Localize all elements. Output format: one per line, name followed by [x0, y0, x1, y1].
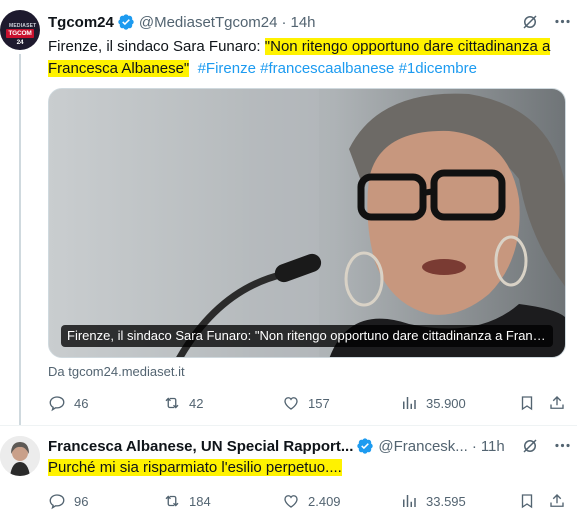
- views-button[interactable]: 35.900: [400, 394, 466, 412]
- reply-count: 46: [74, 395, 89, 411]
- photo-woman-speaking: [49, 89, 565, 357]
- reply-icon: [49, 396, 65, 412]
- verified-badge-icon: [118, 14, 134, 30]
- share-button[interactable]: [548, 492, 566, 510]
- tweet-actions: 46 42 157 35.900: [48, 394, 570, 414]
- author-handle[interactable]: @Francesk...: [378, 438, 467, 455]
- author-name[interactable]: Francesca Albanese, UN Special Rapport..…: [48, 438, 353, 455]
- media-caption: Firenze, il sindaco Sara Funaro: "Non ri…: [61, 325, 553, 347]
- tweet-francesca-albanese[interactable]: Francesca Albanese, UN Special Rapport..…: [0, 425, 577, 512]
- timestamp[interactable]: 14h: [290, 14, 315, 31]
- tweet-text: Purché mi sia risparmiato l'esilio perpe…: [48, 457, 568, 479]
- repost-count: 42: [189, 395, 204, 411]
- grok-icon[interactable]: [521, 437, 539, 455]
- separator-dot: ·: [281, 13, 287, 31]
- share-icon: [550, 494, 564, 507]
- more-icon[interactable]: [553, 12, 572, 31]
- repost-button[interactable]: 184: [163, 492, 211, 510]
- repost-count: 184: [189, 493, 211, 509]
- views-button[interactable]: 33.595: [400, 492, 466, 510]
- bookmark-icon: [521, 494, 533, 509]
- like-icon: [284, 397, 298, 410]
- share-button[interactable]: [548, 394, 566, 412]
- views-icon: [403, 397, 416, 409]
- media-card[interactable]: Firenze, il sindaco Sara Funaro: "Non ri…: [48, 88, 566, 358]
- hashtag-link[interactable]: #francescaalbanese: [260, 60, 394, 77]
- repost-button[interactable]: 42: [163, 394, 203, 412]
- avatar[interactable]: [0, 436, 40, 476]
- author-handle[interactable]: @MediasetTgcom24: [139, 14, 278, 31]
- verified-badge-icon: [357, 438, 374, 454]
- tweet-actions: 96 184 2.409 33.595: [48, 492, 570, 512]
- tweet-header: Francesca Albanese, UN Special Rapport..…: [48, 436, 505, 456]
- views-count: 33.595: [426, 493, 466, 509]
- tweet-top-actions: [521, 436, 572, 455]
- bookmark-icon: [521, 396, 533, 411]
- repost-icon: [165, 397, 179, 409]
- tweet-text-highlight: "Non ritengo opportuno dare cittadinanza…: [264, 38, 551, 55]
- avatar-logo-text-bottom: TGCOM 24: [6, 29, 34, 46]
- tweet-header: Tgcom24 @MediasetTgcom24 · 14h: [48, 12, 316, 32]
- reply-count: 96: [74, 493, 89, 509]
- hashtag-link[interactable]: #Firenze: [198, 60, 256, 77]
- author-name[interactable]: Tgcom24: [48, 14, 114, 31]
- thread-line: [19, 54, 21, 426]
- views-count: 35.900: [426, 395, 466, 411]
- link-source[interactable]: Da tgcom24.mediaset.it: [48, 364, 185, 379]
- share-icon: [550, 396, 564, 409]
- reply-icon: [49, 494, 65, 510]
- hashtag-link[interactable]: #1dicembre: [399, 60, 477, 77]
- like-button[interactable]: 2.409: [282, 492, 341, 510]
- more-icon[interactable]: [553, 436, 572, 455]
- tweet-text: Firenze, il sindaco Sara Funaro: "Non ri…: [48, 36, 568, 80]
- tweet-text-highlight: Purché mi sia risparmiato l'esilio perpe…: [48, 459, 342, 476]
- tweet-top-actions: [521, 12, 572, 31]
- grok-icon[interactable]: [521, 13, 539, 31]
- bookmark-button[interactable]: [518, 394, 536, 412]
- reply-button[interactable]: 96: [48, 492, 88, 510]
- timestamp[interactable]: 11h: [481, 438, 505, 455]
- reply-button[interactable]: 46: [48, 394, 88, 412]
- tweet-text-plain: Firenze, il sindaco Sara Funaro:: [48, 38, 265, 55]
- like-count: 2.409: [308, 493, 341, 509]
- like-icon: [284, 495, 298, 508]
- separator-dot: ·: [471, 437, 477, 455]
- repost-icon: [165, 495, 179, 507]
- avatar-photo: [0, 436, 40, 476]
- tweet-tgcom24[interactable]: MEDIASET TGCOM 24 Tgcom24 @MediasetTgcom…: [0, 0, 577, 426]
- tweet-text-highlight: Francesca Albanese": [48, 60, 190, 77]
- like-button[interactable]: 157: [282, 394, 330, 412]
- like-count: 157: [308, 395, 330, 411]
- avatar[interactable]: MEDIASET TGCOM 24: [0, 10, 40, 50]
- views-icon: [403, 495, 416, 507]
- bookmark-button[interactable]: [518, 492, 536, 510]
